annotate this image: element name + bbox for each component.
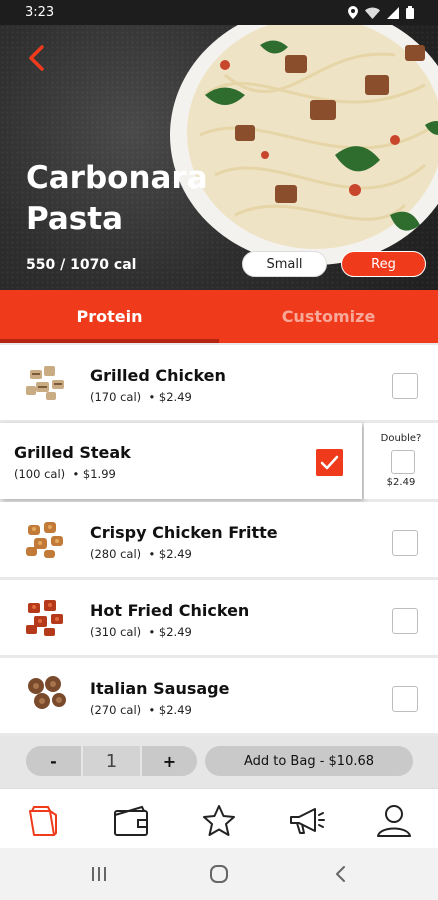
list-item[interactable]: Crispy Chicken Fritte (280 cal) • $2.49 — [0, 502, 438, 577]
item-meta: (170 cal) • $2.49 — [90, 390, 192, 404]
item-name: Italian Sausage — [90, 679, 230, 698]
system-navigation-bar — [0, 848, 438, 900]
italian-sausage-image — [28, 676, 66, 709]
checkmark-icon[interactable] — [316, 449, 343, 476]
item-title: Carbonara Pasta — [26, 160, 208, 237]
bag-icon[interactable] — [24, 803, 62, 839]
list-item[interactable]: Hot Fried Chicken (310 cal) • $2.49 — [0, 580, 438, 655]
item-price: • $2.49 — [148, 390, 192, 404]
back-chevron-icon[interactable] — [22, 41, 52, 75]
select-checkbox[interactable] — [392, 373, 418, 399]
item-meta: (280 cal) • $2.49 — [90, 547, 192, 561]
item-name: Grilled Steak — [14, 443, 131, 462]
item-price: • $2.49 — [148, 703, 192, 717]
back-icon[interactable] — [326, 862, 356, 886]
select-checkbox[interactable] — [392, 686, 418, 712]
star-icon[interactable] — [200, 803, 238, 839]
item-meta: (310 cal) • $2.49 — [90, 625, 192, 639]
double-price: $2.49 — [386, 477, 416, 488]
crispy-chicken-image — [26, 522, 63, 558]
list-item[interactable]: Italian Sausage (270 cal) • $2.49 — [0, 658, 438, 733]
bottom-nav — [0, 788, 438, 848]
status-icons — [348, 6, 414, 19]
status-time: 3:23 — [25, 5, 55, 20]
recent-apps-icon[interactable] — [84, 862, 114, 886]
item-calories: (310 cal) — [90, 625, 142, 639]
hot-fried-chicken-image — [26, 600, 63, 636]
grilled-chicken-image — [26, 366, 64, 400]
status-bar: 3:23 — [0, 0, 438, 25]
protein-list: Grilled Chicken (170 cal) • $2.49 Grille… — [0, 343, 438, 736]
double-option: Double? $2.49 — [364, 423, 438, 499]
item-price: • $1.99 — [72, 467, 116, 481]
list-item[interactable]: Grilled Chicken (170 cal) • $2.49 — [0, 345, 438, 420]
size-small-button[interactable]: Small — [242, 251, 327, 277]
item-meta: (270 cal) • $2.49 — [90, 703, 192, 717]
size-regular-button[interactable]: Reg — [341, 251, 426, 277]
item-calories: (270 cal) — [90, 703, 142, 717]
tab-customize[interactable]: Customize — [219, 290, 438, 343]
item-price: • $2.49 — [148, 547, 192, 561]
option-tabs: Protein Customize — [0, 290, 438, 343]
size-toggle: Small Reg — [242, 251, 426, 277]
item-calories: (170 cal) — [90, 390, 142, 404]
pasta-plate-image — [170, 25, 438, 265]
add-to-bag-button[interactable]: Add to Bag - $10.68 — [205, 746, 413, 776]
item-price: • $2.49 — [148, 625, 192, 639]
wifi-icon — [365, 7, 380, 19]
increase-quantity-button[interactable]: + — [142, 746, 197, 776]
quantity-value: 1 — [83, 746, 140, 776]
location-icon — [348, 6, 358, 19]
signal-icon — [387, 6, 399, 19]
item-calories: (280 cal) — [90, 547, 142, 561]
profile-icon[interactable] — [375, 803, 413, 839]
select-checkbox[interactable] — [392, 608, 418, 634]
megaphone-icon[interactable] — [287, 803, 325, 839]
item-calories: (100 cal) — [14, 467, 66, 481]
double-label: Double? — [380, 433, 422, 444]
home-icon[interactable] — [204, 862, 234, 886]
decrease-quantity-button[interactable]: - — [26, 746, 81, 776]
item-calories: 550 / 1070 cal — [26, 257, 137, 273]
quantity-bar: - 1 + Add to Bag - $10.68 — [0, 736, 438, 788]
wallet-icon[interactable] — [112, 803, 150, 839]
tab-protein[interactable]: Protein — [0, 290, 219, 343]
item-name: Hot Fried Chicken — [90, 601, 250, 620]
select-checkbox[interactable] — [392, 530, 418, 556]
double-checkbox[interactable] — [391, 450, 415, 474]
battery-icon — [406, 6, 414, 19]
item-name: Crispy Chicken Fritte — [90, 523, 278, 542]
item-name: Grilled Chicken — [90, 366, 226, 385]
list-item-selected[interactable]: Grilled Steak (100 cal) • $1.99 — [0, 423, 362, 499]
item-meta: (100 cal) • $1.99 — [14, 467, 116, 481]
item-hero: Carbonara Pasta 550 / 1070 cal Small Reg — [0, 25, 438, 290]
